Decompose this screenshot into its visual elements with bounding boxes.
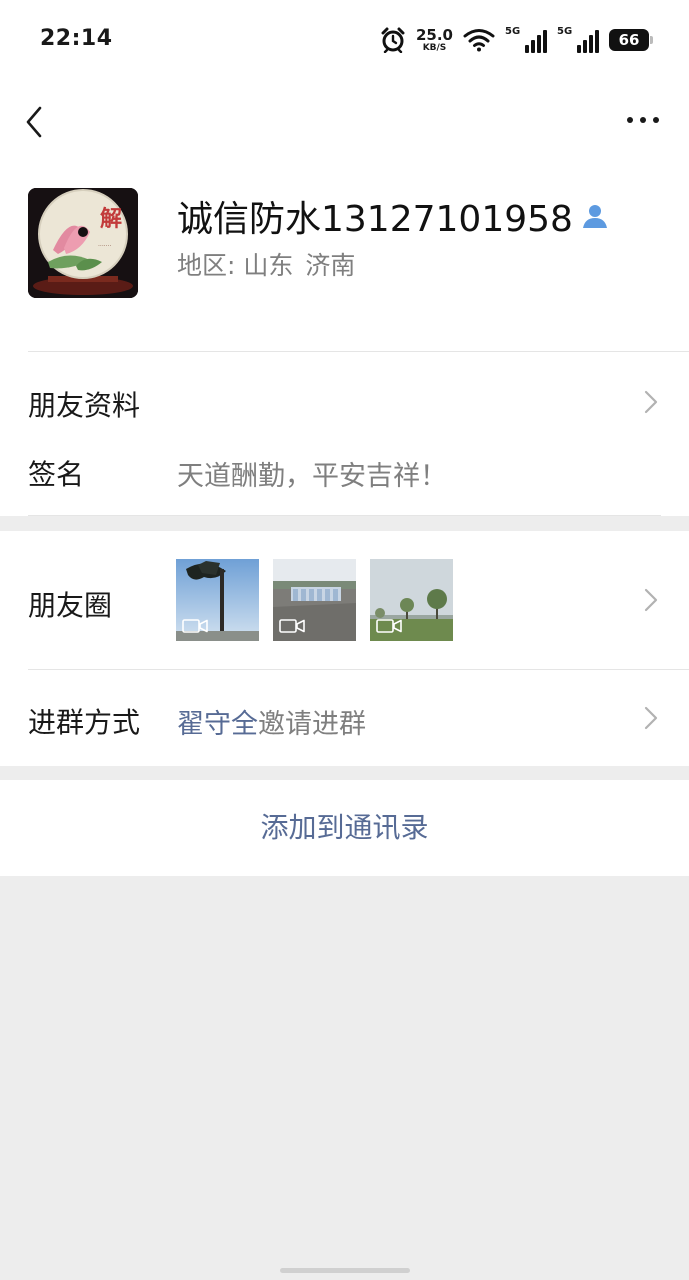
name-line: 诚信防水13127101958 <box>177 190 609 242</box>
region-province: 山东 <box>243 251 294 280</box>
home-indicator <box>280 1268 410 1273</box>
svg-text:.......: ....... <box>98 241 111 248</box>
back-icon <box>26 106 42 138</box>
moment-thumbnail[interactable] <box>370 559 453 641</box>
video-icon <box>182 619 208 633</box>
avatar[interactable]: 解 ....... <box>28 188 138 298</box>
sim2-label: 5G <box>557 26 573 37</box>
signal-icon: 5G <box>505 27 547 53</box>
moment-thumbnail[interactable] <box>273 559 356 641</box>
moment-thumbnail[interactable] <box>176 559 259 641</box>
alarm-icon <box>381 27 405 53</box>
back-button[interactable] <box>18 98 54 142</box>
info-section: 朋友资料 签名 天道酬勤，平安吉祥！ <box>0 352 689 516</box>
divider <box>28 515 661 516</box>
friend-info-row[interactable]: 朋友资料 <box>0 352 689 452</box>
chevron-right-icon <box>644 588 658 612</box>
sim1-label: 5G <box>505 26 521 37</box>
moments-label: 朋友圈 <box>28 589 113 622</box>
add-to-contacts-label: 添加到通讯录 <box>260 811 429 844</box>
region-city: 济南 <box>305 251 356 280</box>
moments-row[interactable]: 朋友圈 <box>0 531 689 669</box>
chevron-right-icon <box>644 706 658 730</box>
wifi-icon <box>463 29 495 52</box>
more-button[interactable] <box>623 108 663 132</box>
friend-info-label: 朋友资料 <box>28 389 141 422</box>
video-icon <box>376 619 402 633</box>
region-label: 地区: <box>177 251 236 280</box>
join-method-label: 进群方式 <box>28 706 141 739</box>
status-bar: 22:14 25.0 KB/S 5G 5G 66 <box>0 0 689 80</box>
status-icons: 25.0 KB/S 5G 5G 66 <box>380 24 653 56</box>
battery-icon: 66 <box>609 29 653 51</box>
region-text: 地区: 山东 济南 <box>177 246 355 282</box>
signal-icon: 5G <box>557 27 599 53</box>
contact-badge-icon <box>582 205 607 228</box>
nav-bar <box>0 80 689 160</box>
svg-text:解: 解 <box>100 206 122 232</box>
status-time: 22:14 <box>40 26 113 51</box>
profile-header: 解 ....... 诚信防水13127101958 地区: 山东 济南 <box>0 160 689 352</box>
more-icon <box>627 117 659 123</box>
net-speed-unit: KB/S <box>422 42 447 53</box>
join-method-suffix: 邀请进群 <box>258 709 366 740</box>
signature-value: 天道酬勤，平安吉祥！ <box>177 461 447 492</box>
signature-label: 签名 <box>28 458 85 491</box>
join-method-value: 翟守全邀请进群 <box>177 702 366 741</box>
contact-name: 诚信防水13127101958 <box>177 199 573 240</box>
net-speed: 25.0 KB/S <box>415 25 453 53</box>
moments-section: 朋友圈 进群方式 翟守全邀请进群 <box>0 531 689 766</box>
chevron-right-icon <box>644 390 658 414</box>
net-speed-value: 25.0 <box>415 25 453 44</box>
moments-thumbnails <box>176 559 453 641</box>
add-to-contacts-button[interactable]: 添加到通讯录 <box>0 780 689 876</box>
inviter-link[interactable]: 翟守全 <box>177 709 258 740</box>
video-icon <box>279 619 305 633</box>
